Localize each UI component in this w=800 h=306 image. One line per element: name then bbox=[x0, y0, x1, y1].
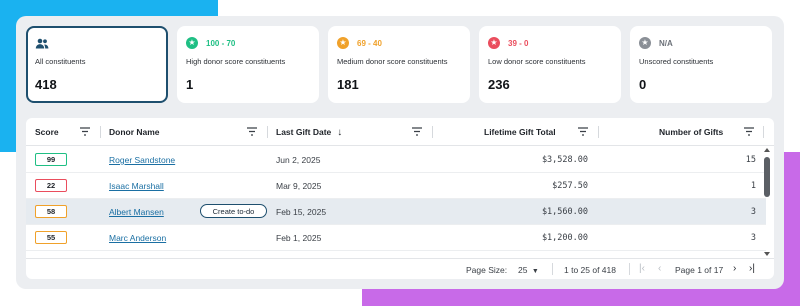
table-row[interactable]: 99 Roger Sandstone Jun 2, 2025 $3,528.00… bbox=[26, 147, 766, 173]
number-of-gifts: 1 bbox=[750, 181, 756, 191]
column-divider bbox=[267, 126, 268, 138]
filter-icon[interactable] bbox=[247, 127, 257, 136]
last-gift-date: Jun 2, 2025 bbox=[276, 155, 321, 165]
card-medium-donor-score[interactable]: ★ 69 - 40 Medium donor score constituent… bbox=[328, 26, 470, 103]
card-high-donor-score[interactable]: ★ 100 - 70 High donor score constituents… bbox=[177, 26, 319, 103]
page-size-value: 25 bbox=[518, 265, 528, 275]
last-page-icon[interactable]: ›| bbox=[749, 264, 755, 274]
card-label: Low donor score constituents bbox=[488, 57, 586, 66]
card-count: 1 bbox=[186, 77, 194, 92]
arrow-down-icon: ↓ bbox=[337, 126, 343, 138]
star-circle-icon: ★ bbox=[186, 37, 198, 49]
next-page-icon[interactable]: › bbox=[733, 264, 736, 274]
column-divider bbox=[763, 126, 764, 138]
card-count: 418 bbox=[35, 77, 57, 92]
donor-name-link[interactable]: Marc Anderson bbox=[109, 233, 166, 243]
number-of-gifts: 3 bbox=[750, 233, 756, 243]
card-unscored[interactable]: ★ N/A Unscored constituents 0 bbox=[630, 26, 772, 103]
score-badge: 55 bbox=[35, 231, 67, 244]
lifetime-gift-total: $3,528.00 bbox=[541, 155, 588, 165]
lifetime-gift-total: $1,200.00 bbox=[541, 233, 588, 243]
card-low-donor-score[interactable]: ★ 39 - 0 Low donor score constituents 23… bbox=[479, 26, 621, 103]
star-circle-icon: ★ bbox=[488, 37, 500, 49]
column-divider bbox=[598, 126, 599, 138]
score-badge: 58 bbox=[35, 205, 67, 218]
column-divider bbox=[432, 126, 433, 138]
vertical-scrollbar[interactable] bbox=[764, 146, 770, 258]
table-row[interactable]: 55 Marc Anderson Feb 1, 2025 $1,200.00 3 bbox=[26, 225, 766, 251]
donor-name-link[interactable]: Roger Sandstone bbox=[109, 155, 175, 165]
card-all-constituents[interactable]: All constituents 418 bbox=[26, 26, 168, 103]
divider bbox=[552, 263, 553, 275]
score-range: 100 - 70 bbox=[206, 38, 236, 48]
divider bbox=[629, 263, 630, 275]
table-row[interactable]: 22 Isaac Marshall Mar 9, 2025 $257.50 1 bbox=[26, 173, 766, 199]
number-of-gifts: 3 bbox=[750, 207, 756, 217]
card-count: 0 bbox=[639, 77, 647, 92]
previous-page-icon[interactable]: ‹ bbox=[658, 264, 661, 274]
column-divider bbox=[100, 126, 101, 138]
filter-icon[interactable] bbox=[412, 127, 422, 136]
first-page-icon[interactable]: |‹ bbox=[639, 264, 645, 274]
page-indicator: Page 1 of 17 bbox=[675, 265, 724, 275]
column-header-donor-name[interactable]: Donor Name bbox=[109, 118, 160, 146]
card-label: Medium donor score constituents bbox=[337, 57, 448, 66]
score-range: 39 - 0 bbox=[508, 38, 529, 48]
column-header-score[interactable]: Score bbox=[35, 118, 59, 146]
filter-icon[interactable] bbox=[744, 127, 754, 136]
donor-name-link[interactable]: Albert Mansen bbox=[109, 207, 164, 217]
caret-down-icon: ▼ bbox=[531, 268, 539, 275]
donor-name-link[interactable]: Isaac Marshall bbox=[109, 181, 164, 191]
score-range: N/A bbox=[659, 38, 673, 48]
lifetime-gift-total: $257.50 bbox=[552, 181, 588, 191]
card-label: High donor score constituents bbox=[186, 57, 286, 66]
table-header: Score Donor Name Last Gift Date ↓ Lifeti… bbox=[26, 118, 774, 146]
scroll-up-arrow-icon[interactable] bbox=[764, 148, 770, 152]
filter-icon[interactable] bbox=[578, 127, 588, 136]
create-todo-button[interactable]: Create to-do bbox=[200, 204, 267, 218]
row-range: 1 to 25 of 418 bbox=[564, 265, 616, 275]
last-gift-date: Feb 1, 2025 bbox=[276, 233, 322, 243]
scroll-thumb[interactable] bbox=[764, 157, 770, 197]
column-header-lifetime-gift-total[interactable]: Lifetime Gift Total bbox=[484, 118, 556, 146]
scroll-down-arrow-icon[interactable] bbox=[764, 252, 770, 256]
score-badge: 99 bbox=[35, 153, 67, 166]
donor-score-panel: All constituents 418 ★ 100 - 70 High don… bbox=[16, 16, 784, 289]
star-circle-icon: ★ bbox=[337, 37, 349, 49]
people-icon bbox=[35, 36, 49, 50]
card-count: 236 bbox=[488, 77, 510, 92]
star-circle-icon: ★ bbox=[639, 37, 651, 49]
score-range: 69 - 40 bbox=[357, 38, 382, 48]
number-of-gifts: 15 bbox=[745, 155, 756, 165]
column-header-number-of-gifts[interactable]: Number of Gifts bbox=[659, 118, 723, 146]
card-label: All constituents bbox=[35, 57, 86, 66]
score-badge: 22 bbox=[35, 179, 67, 192]
page-size-select[interactable]: 25 ▼ bbox=[518, 265, 539, 275]
column-label: Last Gift Date bbox=[276, 127, 332, 137]
card-label: Unscored constituents bbox=[639, 57, 714, 66]
last-gift-date: Mar 9, 2025 bbox=[276, 181, 322, 191]
card-count: 181 bbox=[337, 77, 359, 92]
column-header-last-gift-date[interactable]: Last Gift Date ↓ bbox=[276, 118, 342, 146]
lifetime-gift-total: $1,560.00 bbox=[541, 207, 588, 217]
table-row[interactable]: 58 Albert Mansen Create to-do Feb 15, 20… bbox=[26, 199, 766, 225]
score-summary-cards: All constituents 418 ★ 100 - 70 High don… bbox=[26, 26, 774, 103]
last-gift-date: Feb 15, 2025 bbox=[276, 207, 327, 217]
filter-icon[interactable] bbox=[80, 127, 90, 136]
page-size-label: Page Size: bbox=[466, 265, 508, 275]
pagination-bar: Page Size: 25 ▼ 1 to 25 of 418 |‹ ‹ Page… bbox=[26, 258, 774, 279]
donor-table: Score Donor Name Last Gift Date ↓ Lifeti… bbox=[26, 118, 774, 279]
